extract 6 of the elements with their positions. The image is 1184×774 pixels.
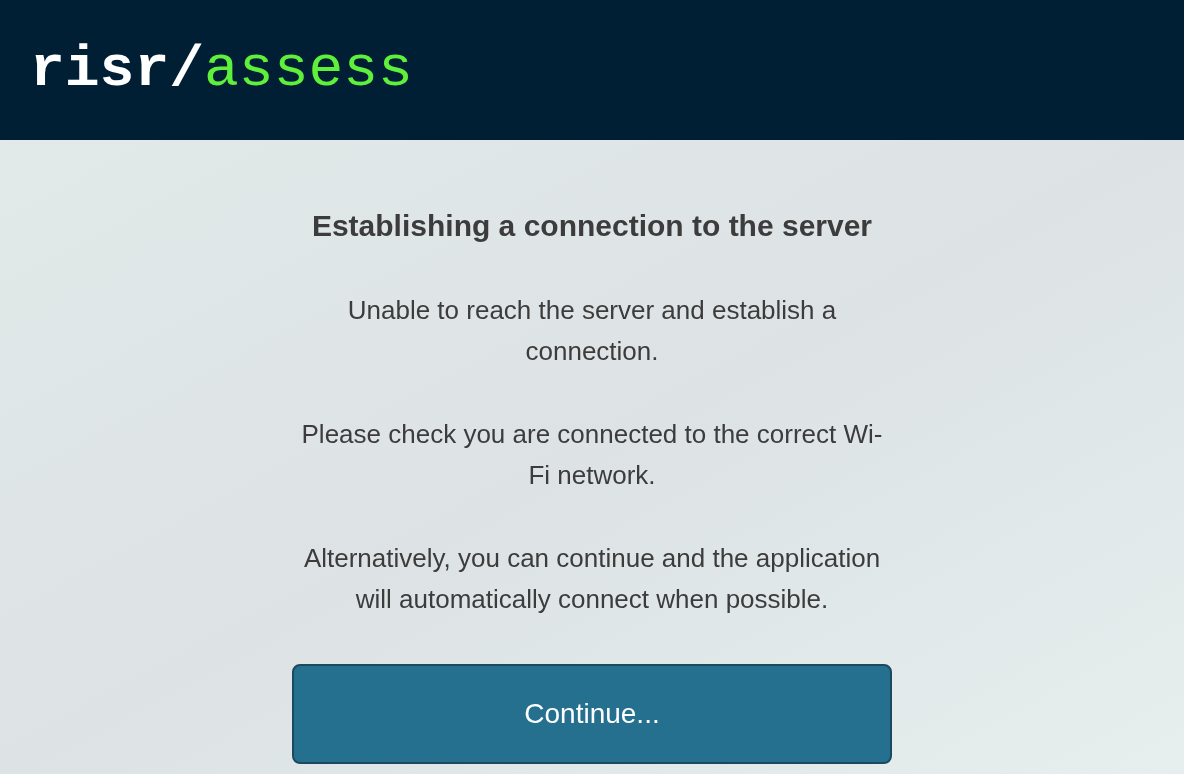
dialog-title: Establishing a connection to the server xyxy=(311,208,873,244)
message-text: Please check you are connected to the correct Wi-Fi network. xyxy=(300,418,884,492)
continue-button[interactable]: Continue... xyxy=(292,664,892,764)
message-text: Unable to reach the server and establish a connection. xyxy=(346,294,838,368)
message-text: Alternatively, you can continue and the application will automatically connect when possible. xyxy=(302,542,882,616)
logo: risr/assess xyxy=(30,41,413,99)
